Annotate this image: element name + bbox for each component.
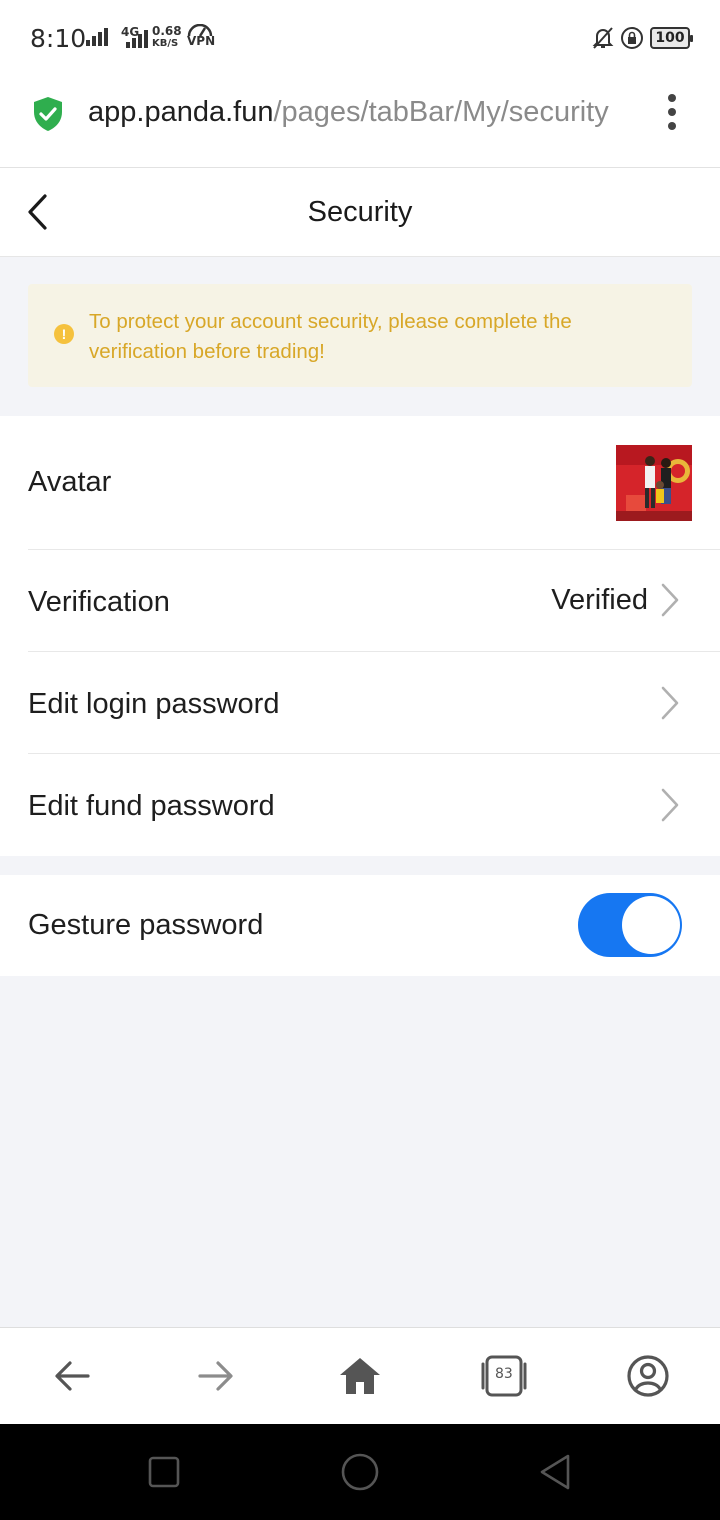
notice-text: To protect your account security, please… [89,310,572,363]
gesture-password-toggle[interactable] [578,893,682,957]
signal-icon-2 [126,30,148,48]
verification-status: Verified [551,584,648,616]
battery-indicator: 100 [650,27,693,49]
back-triangle-icon[interactable] [534,1450,578,1494]
settings-card: Avatar Verification Verified Edit login … [0,416,720,856]
signal-icon [86,28,108,46]
edit-login-password-label: Edit login password [28,688,280,720]
url-path: /pages/tabBar/My/security [273,96,609,128]
avatar[interactable] [616,445,692,521]
profile-icon[interactable] [626,1354,670,1398]
page-title: Security [307,196,413,228]
toggle-knob [622,896,680,954]
gesture-password-label: Gesture password [28,909,264,941]
edit-login-password-row[interactable]: Edit login password [0,652,720,754]
vpn-label: VPN [187,34,216,48]
shield-check-icon [34,97,62,131]
gesture-password-row: Gesture password [0,875,720,976]
network-speed-unit: KB/S [152,38,179,49]
security-notice: ! To protect your account security, plea… [28,284,692,387]
exclamation-icon: ! [54,324,74,344]
chevron-right-icon [661,686,679,720]
verification-label: Verification [28,586,170,618]
chevron-right-icon [661,788,679,822]
status-time: 8:10 [30,24,87,53]
avatar-row[interactable]: Avatar [0,416,720,550]
edit-fund-password-label: Edit fund password [28,790,275,822]
page-header: Security [0,168,720,257]
chevron-right-icon [661,583,679,617]
browser-back-icon[interactable] [50,1354,94,1398]
more-menu-icon[interactable] [660,94,684,130]
browser-toolbar: 83 [0,1327,720,1424]
tabs-button[interactable]: 83 [480,1354,528,1398]
network-speed-value: 0.68 [152,24,182,38]
edit-fund-password-row[interactable]: Edit fund password [0,754,720,856]
verification-row[interactable]: Verification Verified [0,550,720,652]
lock-rotation-icon [621,27,643,49]
system-navigation-bar [0,1424,720,1520]
url-host: app.panda.fun [88,96,274,128]
bell-muted-icon [592,27,614,49]
recents-square-icon[interactable] [142,1450,186,1494]
avatar-label: Avatar [28,466,112,498]
status-right: 100 [592,26,693,50]
gesture-card: Gesture password [0,875,720,976]
browser-address-bar[interactable]: app.panda.fun/pages/tabBar/My/security [0,74,720,168]
browser-forward-icon[interactable] [194,1354,238,1398]
url-text[interactable]: app.panda.fun/pages/tabBar/My/security [88,96,609,129]
status-bar: 8:10 4G 0.68 KB/S VPN 100 [0,0,720,74]
tabs-count: 83 [495,1366,513,1382]
home-circle-icon[interactable] [338,1450,382,1494]
home-icon[interactable] [338,1354,382,1398]
